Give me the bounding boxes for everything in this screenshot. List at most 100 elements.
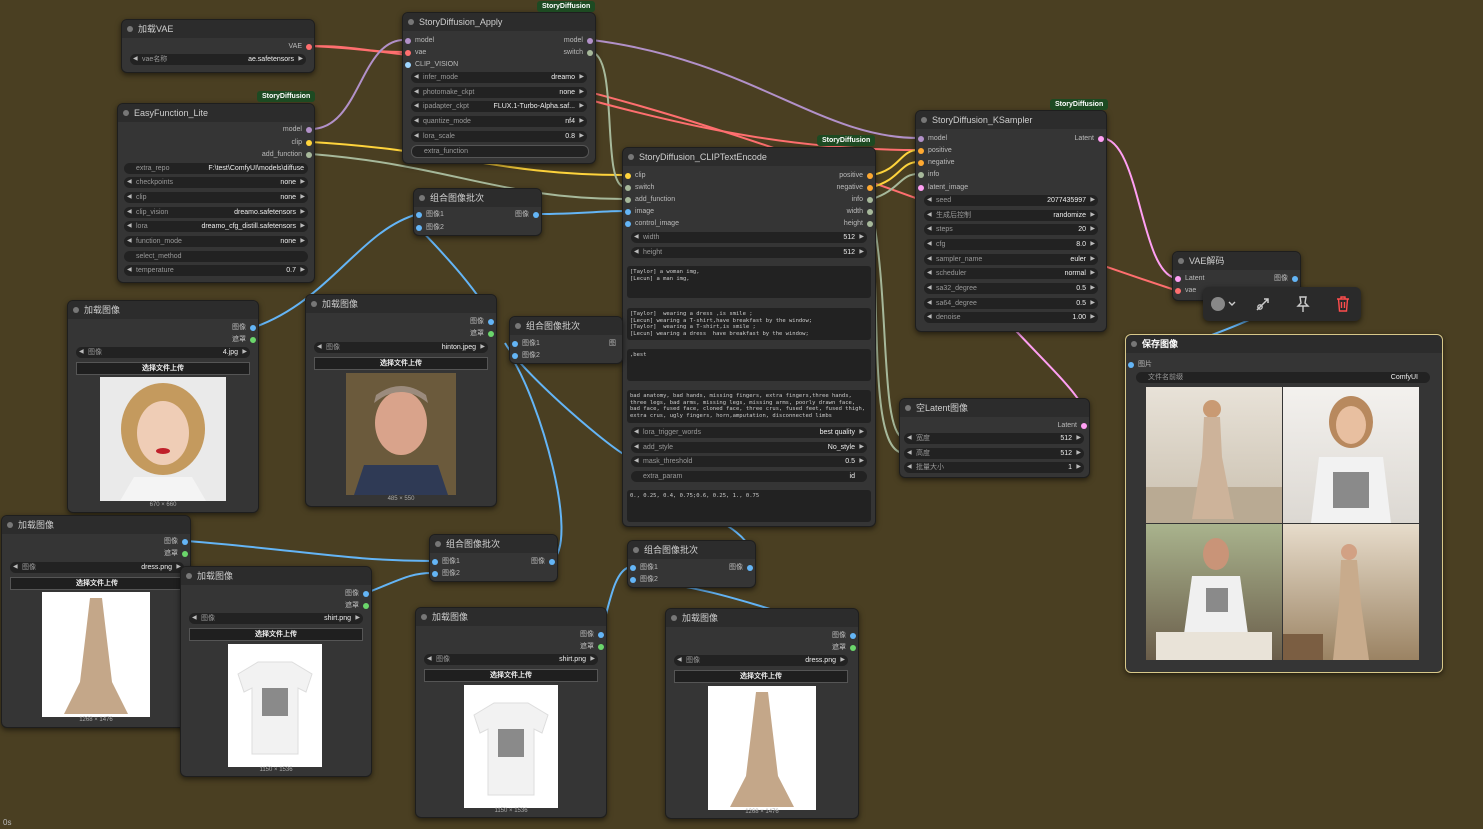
steps-widget[interactable]: steps 20: [924, 224, 1098, 235]
socket-icon[interactable]: [1175, 276, 1181, 282]
node-image-batch-1[interactable]: 组合图像批次 图像1 图像2 图像: [413, 188, 542, 236]
character-prompt-textarea[interactable]: [Taylor] a woman img, [Lecun] a man img,: [627, 266, 871, 298]
node-image-batch-2[interactable]: 组合图像批次 图像1 图像2 图: [509, 316, 623, 364]
socket-icon[interactable]: [1081, 423, 1087, 429]
socket-icon[interactable]: [488, 319, 494, 325]
socket-icon[interactable]: [432, 571, 438, 577]
mask-threshold-widget[interactable]: mask_threshold 0.5: [631, 456, 867, 467]
node-load-image-6[interactable]: 加载图像 图像 遮罩 图像 dress.png 选择文件上传 1268 × 147…: [665, 608, 859, 819]
input-image1[interactable]: 图像1: [510, 338, 540, 350]
socket-icon[interactable]: [867, 185, 873, 191]
socket-icon[interactable]: [630, 565, 636, 571]
input-image2[interactable]: 图像2: [628, 574, 658, 586]
add-style-widget[interactable]: add_style No_style: [631, 442, 867, 453]
socket-icon[interactable]: [405, 38, 411, 44]
input-image2[interactable]: 图像2: [414, 222, 444, 234]
socket-icon[interactable]: [918, 185, 924, 191]
socket-icon[interactable]: [625, 197, 631, 203]
output-image[interactable]: 图像: [580, 629, 606, 641]
socket-icon[interactable]: [306, 44, 312, 50]
lora-widget[interactable]: lora dreamo_cfg_distill.safetensors: [124, 221, 308, 232]
style-prompt-textarea[interactable]: ,best: [627, 349, 871, 381]
input-switch[interactable]: switch: [623, 182, 654, 194]
height-widget[interactable]: height 512: [631, 247, 867, 258]
socket-icon[interactable]: [850, 645, 856, 651]
socket-icon[interactable]: [182, 551, 188, 557]
node-title[interactable]: 组合图像批次: [628, 541, 755, 559]
node-empty-latent[interactable]: 空Latent图像 Latent 宽度 512 高度 512 批量大小 1: [899, 398, 1090, 478]
input-image1[interactable]: 图像1: [414, 209, 444, 221]
photomake-ckpt-widget[interactable]: photomake_ckpt none: [411, 87, 587, 98]
socket-icon[interactable]: [512, 341, 518, 347]
scene-prompt-textarea[interactable]: [Taylor] wearing a dress ,is smile ; [Le…: [627, 308, 871, 340]
output-latent[interactable]: Latent: [1058, 420, 1089, 432]
socket-icon[interactable]: [250, 325, 256, 331]
socket-icon[interactable]: [625, 209, 631, 215]
clip-vision-widget[interactable]: clip_vision dreamo.safetensors: [124, 207, 308, 218]
clip-widget[interactable]: clip none: [124, 192, 308, 203]
lora-scale-widget[interactable]: lora_scale 0.8: [411, 131, 587, 142]
output-image[interactable]: 图: [609, 338, 628, 350]
output-switch[interactable]: switch: [564, 47, 595, 59]
cfg-widget[interactable]: cfg 8.0: [924, 239, 1098, 250]
output-image[interactable]: 图像: [1274, 273, 1300, 285]
input-vae[interactable]: vae: [403, 47, 426, 59]
output-model[interactable]: model: [564, 35, 595, 47]
input-add-function[interactable]: add_function: [623, 194, 675, 206]
upload-button[interactable]: 选择文件上传: [76, 362, 250, 375]
output-mask[interactable]: 遮罩: [832, 642, 858, 654]
mask-region-textarea[interactable]: 0., 0.25, 0.4, 0.75;0.6, 0.25, 1., 0.75: [627, 490, 871, 522]
socket-icon[interactable]: [625, 173, 631, 179]
input-negative[interactable]: negative: [916, 157, 954, 169]
output-height[interactable]: height: [844, 218, 875, 230]
socket-icon[interactable]: [363, 591, 369, 597]
node-title[interactable]: EasyFunction_Lite: [118, 104, 314, 122]
extra-function-widget[interactable]: extra_function: [411, 145, 589, 158]
seed-widget[interactable]: seed 2077435997: [924, 195, 1098, 206]
node-title[interactable]: 加载图像: [181, 567, 371, 585]
control-after-generate-widget[interactable]: 生成后控制 randomize: [924, 210, 1098, 221]
node-ksampler[interactable]: StoryDiffusion_KSampler model positive n…: [915, 110, 1107, 332]
vae-name-widget[interactable]: vae名称 ae.safetensors: [130, 54, 306, 65]
output-latent[interactable]: Latent: [1075, 133, 1106, 145]
output-image[interactable]: 图像: [232, 322, 258, 334]
output-image[interactable]: 图像: [164, 536, 190, 548]
socket-icon[interactable]: [250, 337, 256, 343]
input-control-image[interactable]: control_image: [623, 218, 679, 230]
node-clip-text-encode[interactable]: StoryDiffusion_CLIPTextEncode clip switc…: [622, 147, 876, 527]
node-title[interactable]: 加载图像: [68, 301, 258, 319]
denoise-widget[interactable]: denoise 1.00: [924, 312, 1098, 323]
output-image[interactable]: 图像: [345, 588, 371, 600]
batch-size-widget[interactable]: 批量大小 1: [904, 462, 1084, 473]
input-info[interactable]: info: [916, 169, 939, 181]
socket-icon[interactable]: [867, 197, 873, 203]
output-model[interactable]: model: [283, 124, 314, 136]
input-latent[interactable]: Latent: [1173, 273, 1204, 285]
input-images[interactable]: 图片: [1126, 359, 1152, 371]
socket-icon[interactable]: [416, 212, 422, 218]
input-image2[interactable]: 图像2: [510, 350, 540, 362]
output-image[interactable]: 图像: [832, 630, 858, 642]
upload-button[interactable]: 选择文件上传: [674, 670, 848, 683]
output-image[interactable]: 图像: [515, 209, 541, 221]
socket-icon[interactable]: [512, 353, 518, 359]
input-image1[interactable]: 图像1: [430, 556, 460, 568]
scheduler-widget[interactable]: scheduler normal: [924, 268, 1098, 279]
socket-icon[interactable]: [306, 152, 312, 158]
node-save-image[interactable]: 保存图像 图片 文件名前缀 ComfyUI: [1125, 334, 1443, 673]
socket-icon[interactable]: [306, 127, 312, 133]
lora-trigger-words-widget[interactable]: lora_trigger_words best quality: [631, 427, 867, 438]
input-image1[interactable]: 图像1: [628, 562, 658, 574]
image-file-widget[interactable]: 图像 dress.png: [10, 562, 184, 573]
output-add-function[interactable]: add_function: [262, 149, 314, 161]
socket-icon[interactable]: [625, 221, 631, 227]
input-vae[interactable]: vae: [1173, 285, 1196, 297]
socket-icon[interactable]: [182, 539, 188, 545]
output-clip[interactable]: clip: [291, 137, 314, 149]
node-storydiffusion-apply[interactable]: StoryDiffusion_Apply model vae CLIP_VISI…: [402, 12, 596, 164]
node-title[interactable]: 空Latent图像: [900, 399, 1089, 417]
node-image-batch-3[interactable]: 组合图像批次 图像1 图像2 图像: [429, 534, 558, 582]
socket-icon[interactable]: [625, 185, 631, 191]
socket-icon[interactable]: [432, 559, 438, 565]
node-load-image-4[interactable]: 加载图像 图像 遮罩 图像 shirt.png 选择文件上传 1150 × 153…: [180, 566, 372, 777]
